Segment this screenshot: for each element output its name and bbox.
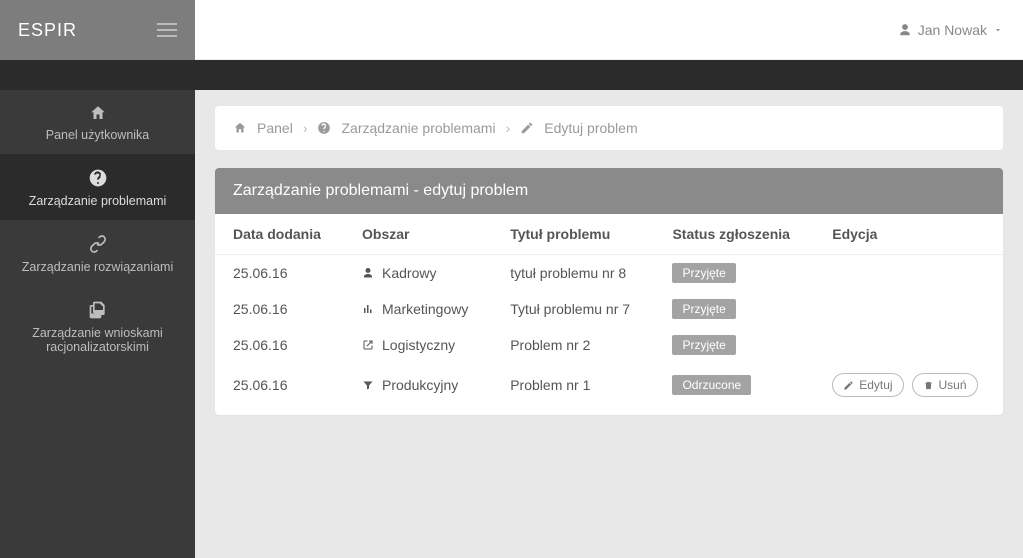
nav-label: Panel użytkownika	[46, 128, 150, 142]
sidebar: ESPIR Panel użytkownika Zarządzanie prob…	[0, 0, 195, 558]
nav-item-solutions[interactable]: Zarządzanie rozwiązaniami	[0, 220, 195, 286]
cell-area-label: Produkcyjny	[382, 377, 458, 393]
table-row: 25.06.16 Kadrowy tytuł problemu nr 8 Prz…	[215, 255, 1003, 292]
pencil-icon	[520, 121, 534, 135]
cell-date: 25.06.16	[215, 291, 344, 327]
chevron-right-icon: ›	[303, 120, 308, 136]
sidebar-top: ESPIR	[0, 0, 195, 60]
cell-area: Logistyczny	[344, 327, 492, 363]
cell-date: 25.06.16	[215, 363, 344, 415]
nav-item-panel[interactable]: Panel użytkownika	[0, 90, 195, 154]
problems-table: Data dodania Obszar Tytuł problemu Statu…	[215, 214, 1003, 415]
cell-area: Kadrowy	[344, 255, 492, 292]
nav-label: Zarządzanie problemami	[29, 194, 167, 208]
bars-icon	[362, 303, 374, 315]
person-icon	[362, 267, 374, 279]
pencil-icon	[843, 380, 854, 391]
filter-icon	[362, 379, 374, 391]
col-title: Tytuł problemu	[492, 214, 654, 255]
share-icon	[362, 339, 374, 351]
trash-icon	[923, 380, 934, 391]
col-date: Data dodania	[215, 214, 344, 255]
sidebar-dark-strip	[0, 60, 195, 90]
nav-label: Zarządzanie wnioskami racjonalizatorskim…	[32, 326, 163, 354]
table-row: 25.06.16 Logistyczny Problem nr 2 Przyję…	[215, 327, 1003, 363]
status-badge: Przyjęte	[672, 299, 735, 319]
link-icon	[88, 234, 108, 254]
user-icon	[898, 23, 912, 37]
panel: Zarządzanie problemami - edytuj problem …	[215, 168, 1003, 415]
main: Jan Nowak Panel › Zarządzanie problemami…	[195, 0, 1023, 558]
breadcrumb-item: Edytuj problem	[544, 120, 637, 136]
hamburger-icon[interactable]	[157, 23, 177, 37]
status-badge: Przyjęte	[672, 263, 735, 283]
cell-area: Produkcyjny	[344, 363, 492, 415]
panel-title: Zarządzanie problemami - edytuj problem	[215, 168, 1003, 214]
breadcrumb-item[interactable]: Zarządzanie problemami	[341, 120, 495, 136]
user-menu[interactable]: Jan Nowak	[898, 22, 1003, 38]
content: Panel › Zarządzanie problemami › Edytuj …	[195, 90, 1023, 431]
question-icon	[88, 168, 108, 188]
nav-item-problems[interactable]: Zarządzanie problemami	[0, 154, 195, 220]
delete-label: Usuń	[939, 378, 967, 392]
status-badge: Odrzucone	[672, 375, 751, 395]
cell-area-label: Marketingowy	[382, 301, 468, 317]
chevron-right-icon: ›	[506, 120, 511, 136]
edit-button[interactable]: Edytuj	[832, 373, 903, 397]
cell-status: Przyjęte	[654, 327, 814, 363]
cell-actions	[814, 291, 1003, 327]
breadcrumb: Panel › Zarządzanie problemami › Edytuj …	[215, 106, 1003, 150]
cell-area-label: Logistyczny	[382, 337, 455, 353]
col-edit: Edycja	[814, 214, 1003, 255]
cell-title: tytuł problemu nr 8	[492, 255, 654, 292]
table-row: 25.06.16 Marketingowy Tytuł problemu nr …	[215, 291, 1003, 327]
topbar: Jan Nowak	[195, 0, 1023, 60]
cell-title: Problem nr 1	[492, 363, 654, 415]
cell-title: Problem nr 2	[492, 327, 654, 363]
col-status: Status zgłoszenia	[654, 214, 814, 255]
cell-actions	[814, 255, 1003, 292]
status-badge: Przyjęte	[672, 335, 735, 355]
home-icon	[233, 121, 247, 135]
brand: ESPIR	[18, 20, 77, 41]
files-icon	[88, 300, 108, 320]
table-row: 25.06.16 Produkcyjny Problem nr 1 Odrzuc…	[215, 363, 1003, 415]
nav-item-proposals[interactable]: Zarządzanie wnioskami racjonalizatorskim…	[0, 286, 195, 366]
chevron-down-icon	[993, 25, 1003, 35]
cell-actions	[814, 327, 1003, 363]
cell-date: 25.06.16	[215, 327, 344, 363]
breadcrumb-item[interactable]: Panel	[257, 120, 293, 136]
cell-area: Marketingowy	[344, 291, 492, 327]
cell-status: Przyjęte	[654, 255, 814, 292]
cell-actions: Edytuj Usuń	[814, 363, 1003, 415]
topbar-dark-strip	[195, 60, 1023, 90]
nav: Panel użytkownika Zarządzanie problemami…	[0, 90, 195, 366]
cell-area-label: Kadrowy	[382, 265, 436, 281]
col-area: Obszar	[344, 214, 492, 255]
cell-title: Tytuł problemu nr 7	[492, 291, 654, 327]
edit-label: Edytuj	[859, 378, 892, 392]
cell-date: 25.06.16	[215, 255, 344, 292]
user-name: Jan Nowak	[918, 22, 987, 38]
cell-status: Odrzucone	[654, 363, 814, 415]
cell-status: Przyjęte	[654, 291, 814, 327]
delete-button[interactable]: Usuń	[912, 373, 978, 397]
question-icon	[317, 121, 331, 135]
home-icon	[88, 104, 108, 122]
nav-label: Zarządzanie rozwiązaniami	[22, 260, 173, 274]
